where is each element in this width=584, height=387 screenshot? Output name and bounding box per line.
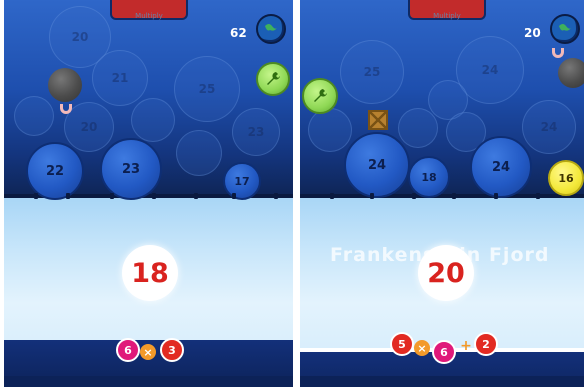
floor-marker bbox=[34, 193, 38, 199]
wrench-icon bbox=[314, 89, 327, 102]
ghost-bubble: 25 bbox=[340, 40, 404, 104]
ghost-bubble bbox=[176, 130, 222, 176]
floor-marker bbox=[330, 193, 334, 199]
ghost-bubble: 23 bbox=[232, 108, 280, 156]
bottom-strip bbox=[300, 376, 584, 387]
ghost-bubble: 21 bbox=[92, 50, 148, 106]
mode-tab-label: Multiply bbox=[135, 12, 163, 20]
floor-marker bbox=[412, 193, 416, 199]
number-ball[interactable]: 2 bbox=[474, 332, 498, 356]
number-bubble[interactable]: 22 bbox=[26, 142, 84, 200]
floor-marker bbox=[494, 193, 498, 199]
ghost-bubble bbox=[14, 96, 54, 136]
mine-icon bbox=[48, 68, 82, 102]
number-ball[interactable]: 3 bbox=[160, 338, 184, 362]
globe-icon[interactable] bbox=[256, 14, 286, 44]
right-game-panel: Multiply 20 25 24 24 24 18 24 16 Franken… bbox=[300, 0, 584, 387]
operator-add[interactable]: + bbox=[458, 338, 474, 354]
wrench-icon bbox=[267, 72, 280, 85]
number-ball[interactable]: 5 bbox=[390, 332, 414, 356]
target-number: 20 bbox=[418, 245, 474, 301]
ghost-bubble: 24 bbox=[522, 100, 576, 154]
floor-marker bbox=[66, 193, 70, 199]
ghost-bubble: 25 bbox=[174, 56, 240, 122]
ghost-bubble bbox=[308, 108, 352, 152]
game-screenshots: Multiply 62 20 21 25 20 23 22 23 17 18 6… bbox=[0, 0, 584, 387]
number-ball[interactable]: 6 bbox=[116, 338, 140, 362]
operator-multiply[interactable]: × bbox=[414, 340, 430, 356]
floor-marker bbox=[152, 193, 156, 199]
target-number: 18 bbox=[122, 245, 178, 301]
ghost-bubble bbox=[398, 108, 438, 148]
bottom-strip bbox=[4, 376, 293, 387]
mine-icon bbox=[558, 58, 584, 88]
floor-marker bbox=[452, 193, 456, 199]
wrench-powerup[interactable] bbox=[302, 78, 338, 114]
floor-marker bbox=[536, 193, 540, 199]
number-ball[interactable]: 6 bbox=[432, 340, 456, 364]
floor-marker bbox=[194, 193, 198, 199]
number-bubble[interactable]: 24 bbox=[470, 136, 532, 198]
number-bubble[interactable]: 24 bbox=[344, 132, 410, 198]
left-game-panel: Multiply 62 20 21 25 20 23 22 23 17 18 6… bbox=[4, 0, 293, 387]
floor-marker bbox=[232, 193, 236, 199]
operator-multiply[interactable]: × bbox=[140, 344, 156, 360]
ghost-bubble bbox=[131, 98, 175, 142]
floor-marker bbox=[370, 193, 374, 199]
number-bubble[interactable]: 23 bbox=[100, 138, 162, 200]
bonus-bubble[interactable]: 16 bbox=[548, 160, 584, 196]
floor-marker bbox=[274, 193, 278, 199]
score-counter: 62 bbox=[230, 26, 247, 40]
score-counter: 20 bbox=[524, 26, 541, 40]
number-bubble[interactable]: 18 bbox=[408, 156, 450, 198]
floor-marker bbox=[110, 193, 114, 199]
mode-tab-label: Multiply bbox=[433, 12, 461, 20]
number-bubble[interactable]: 17 bbox=[223, 162, 261, 200]
wrench-powerup[interactable] bbox=[256, 62, 290, 96]
globe-icon[interactable] bbox=[550, 14, 580, 44]
crate-icon bbox=[368, 110, 388, 130]
